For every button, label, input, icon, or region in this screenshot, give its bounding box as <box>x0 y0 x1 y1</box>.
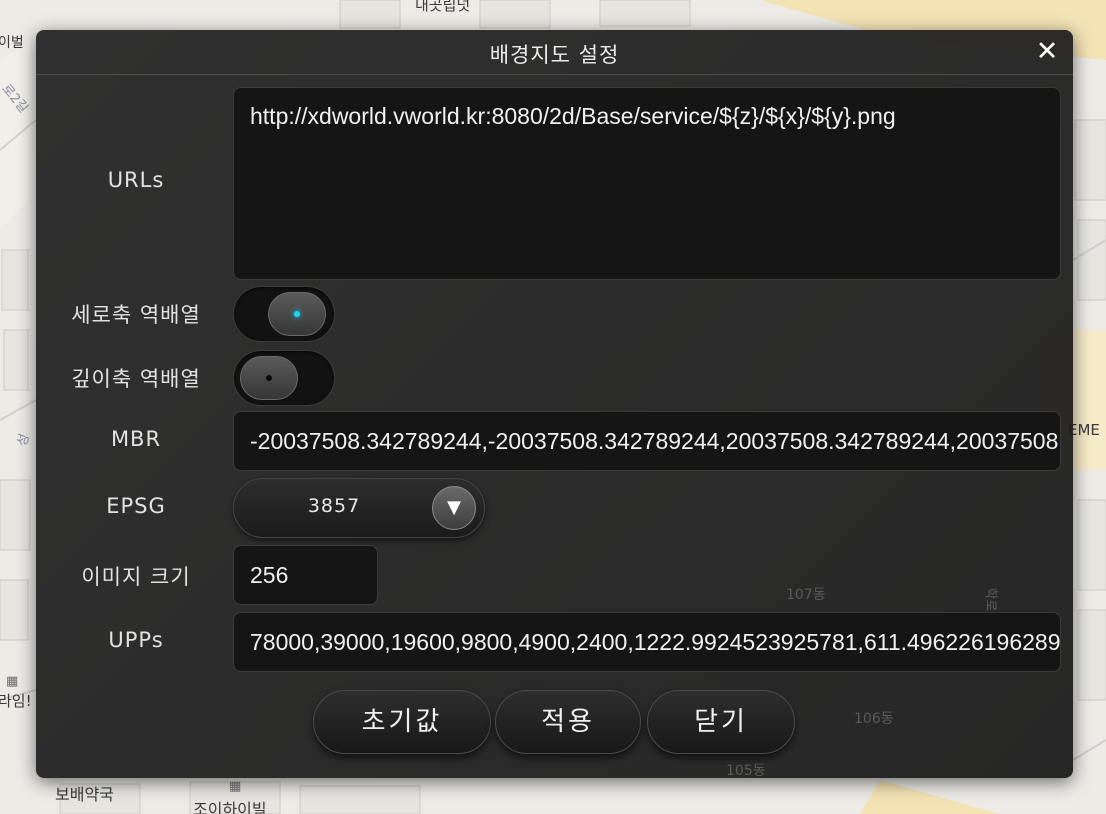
toggle-indicator-dot <box>294 311 300 317</box>
mbr-input[interactable]: -20037508.342789244,-20037508.342789244,… <box>233 411 1061 471</box>
map-label: 107동 <box>786 587 826 603</box>
map-label: 학로 <box>982 587 998 612</box>
toggle-indicator-dot <box>266 375 272 381</box>
urls-textarea[interactable]: http://xdworld.vworld.kr:8080/2d/Base/se… <box>233 87 1061 280</box>
invert-vertical-toggle[interactable] <box>233 286 335 342</box>
building-icon: ▦ <box>6 674 19 689</box>
dropdown-arrow-icon[interactable]: ▼ <box>432 486 476 530</box>
image-size-input[interactable]: 256 <box>233 545 378 605</box>
map-label: 이벌 <box>0 35 24 51</box>
toggle-knob <box>240 356 298 400</box>
map-label: 105동 <box>726 763 766 779</box>
mbr-label: MBR <box>110 427 162 451</box>
map-label: 106동 <box>854 711 894 727</box>
epsg-selected-value: 3857 <box>307 495 361 517</box>
upps-label: UPPs <box>108 628 164 652</box>
invert-depth-toggle[interactable] <box>233 350 335 406</box>
invert-vertical-label: 세로축 역배열 <box>71 303 201 327</box>
reset-button[interactable]: 초기값 <box>313 690 491 754</box>
apply-button[interactable]: 적용 <box>495 690 641 754</box>
basemap-settings-dialog: 107동 106동 105동 학로 배경지도 설정 ✕ URLs http://… <box>36 30 1073 779</box>
dialog-title-bar: 배경지도 설정 ✕ <box>36 30 1073 75</box>
dialog-title: 배경지도 설정 <box>489 43 620 67</box>
image-size-label: 이미지 크기 <box>81 565 191 589</box>
map-label: 라임! <box>0 692 32 710</box>
upps-input[interactable]: 78000,39000,19600,9800,4900,2400,1222.99… <box>233 612 1061 672</box>
epsg-select[interactable]: 3857 ▼ <box>233 478 485 538</box>
epsg-label: EPSG <box>106 494 166 518</box>
map-label: 내곳립넛 <box>415 0 471 14</box>
urls-label: URLs <box>107 168 165 192</box>
map-label: 조이하이빌 <box>193 800 267 814</box>
toggle-knob <box>268 292 326 336</box>
building-icon: ▦ <box>229 779 242 794</box>
invert-depth-label: 깊이축 역배열 <box>71 367 201 391</box>
close-button[interactable]: 닫기 <box>647 690 795 754</box>
close-icon[interactable]: ✕ <box>1034 38 1060 66</box>
map-label: 보배약국 <box>55 785 114 804</box>
